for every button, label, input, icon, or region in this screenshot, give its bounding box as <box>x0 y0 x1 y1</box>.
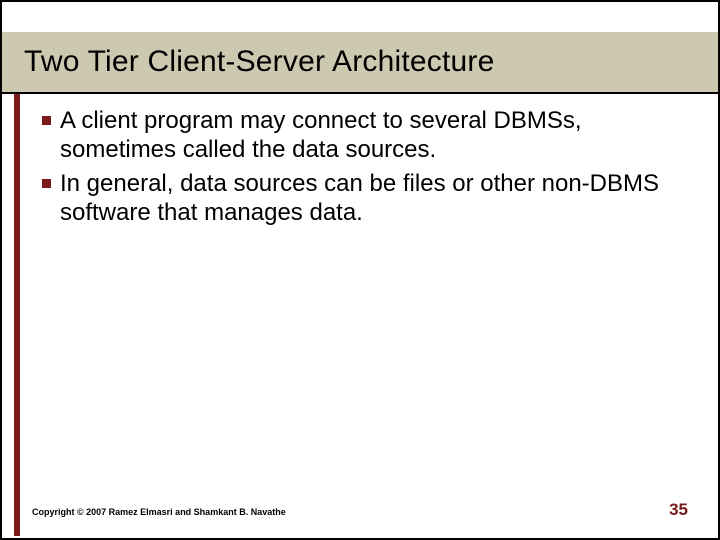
page-number: 35 <box>669 500 688 520</box>
vertical-accent-bar <box>14 94 20 536</box>
slide: Two Tier Client-Server Architecture A cl… <box>0 0 720 540</box>
bullet-icon <box>32 106 60 125</box>
bullet-icon <box>32 169 60 188</box>
slide-title: Two Tier Client-Server Architecture <box>24 45 495 79</box>
content-area: A client program may connect to several … <box>32 106 688 231</box>
title-band: Two Tier Client-Server Architecture <box>2 32 718 94</box>
list-item: In general, data sources can be files or… <box>32 169 688 228</box>
copyright-text: Copyright © 2007 Ramez Elmasri and Shamk… <box>32 507 286 517</box>
bullet-text: A client program may connect to several … <box>60 106 688 165</box>
bullet-text: In general, data sources can be files or… <box>60 169 688 228</box>
footer: Copyright © 2007 Ramez Elmasri and Shamk… <box>32 500 688 520</box>
list-item: A client program may connect to several … <box>32 106 688 165</box>
